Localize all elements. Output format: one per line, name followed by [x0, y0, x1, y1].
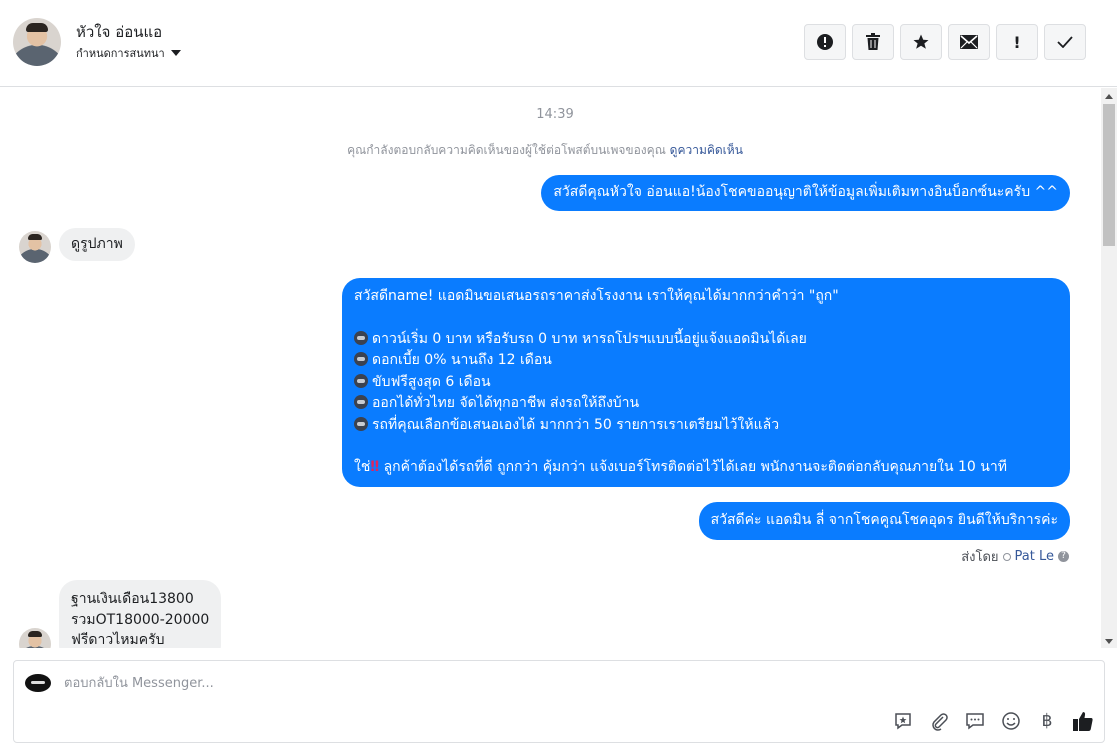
- check-icon: [1057, 36, 1073, 48]
- saved-reply-icon: [895, 713, 911, 730]
- outgoing-message: สวัสดีค่ะ แอดมิน ลี่ จากโชคคูณโชคอุดร ยิ…: [698, 502, 1070, 540]
- sent-by-info: ส่งโดย Pat Le ?: [961, 546, 1069, 567]
- page-logo-avatar: [25, 674, 51, 692]
- car-emoji-icon: [354, 373, 368, 388]
- view-photo-text: ดูรูปภาพ: [71, 236, 123, 252]
- sent-by-name[interactable]: Pat Le: [1015, 549, 1054, 564]
- trash-icon: [866, 33, 880, 50]
- status-dot-icon: [1002, 552, 1011, 561]
- message-timestamp: 14:39: [536, 107, 574, 122]
- promo-line: สวัสดีname! แอดมินขอเสนอรถราคาส่งโรงงาน …: [354, 288, 839, 304]
- car-emoji-icon: [354, 416, 368, 431]
- sent-by-label: ส่งโดย: [961, 550, 999, 565]
- baht-icon: ฿: [1041, 711, 1053, 731]
- spam-alert-button[interactable]: [804, 24, 846, 60]
- like-icon: [1073, 712, 1093, 731]
- car-emoji-icon: [354, 395, 368, 409]
- scroll-down-icon[interactable]: [1105, 639, 1113, 644]
- thread-scrollbar[interactable]: [1101, 88, 1117, 648]
- promo-closing-line: ใช่‼ ลูกค้าต้องได้รถที่ดี ถูกกว่า คุ้มกว…: [354, 459, 1007, 475]
- help-icon[interactable]: ?: [1058, 551, 1069, 562]
- like-button[interactable]: [1072, 710, 1094, 732]
- message-line: ฐานเงินเดือน13800: [71, 591, 194, 607]
- double-exclamation-icon: ‼: [370, 459, 380, 475]
- emoji-icon: [1002, 712, 1020, 730]
- chat-button[interactable]: [964, 710, 986, 732]
- incoming-message[interactable]: ฐานเงินเดือน13800 รวมOT18000-20000 ฟรีดา…: [59, 580, 222, 648]
- delete-button[interactable]: [852, 24, 894, 60]
- scroll-up-icon[interactable]: [1105, 94, 1113, 99]
- mark-unread-button[interactable]: [948, 24, 990, 60]
- attach-button[interactable]: [928, 710, 950, 732]
- assign-label: กำหนดการสนทนา: [76, 47, 165, 60]
- car-emoji-icon: [354, 352, 368, 366]
- message-text: สวัสดีค่ะ แอดมิน ลี่ จากโชคคูณโชคอุดร ยิ…: [710, 512, 1058, 528]
- payment-button[interactable]: ฿: [1036, 710, 1058, 732]
- outgoing-message: สวัสดีคุณหัวใจ อ่อนแอ!น้องโชคขออนุญาติให…: [541, 175, 1070, 211]
- sender-avatar[interactable]: [19, 628, 51, 648]
- promo-bullet: ขับฟรีสูงสุด 6 เดือน: [354, 372, 1058, 394]
- message-text: สวัสดีคุณหัวใจ อ่อนแอ!น้องโชคขออนุญาติให…: [553, 184, 1058, 200]
- incoming-message[interactable]: ดูรูปภาพ: [59, 228, 135, 261]
- promo-bullet: ดอกเบี้ย 0% นานถึง 12 เดือน: [354, 350, 1058, 372]
- reply-input[interactable]: [62, 675, 866, 692]
- comment-reply-notice: คุณกำลังตอบกลับความคิดเห็นของผู้ใช้ต่อโพ…: [0, 141, 1090, 160]
- reply-composer: ฿: [13, 660, 1105, 743]
- promo-bullet: ออกได้ทั่วไทย จัดได้ทุกอาชีพ ส่งรถให้ถึง…: [354, 393, 1058, 415]
- promo-bullet: รถที่คุณเลือกข้อเสนอเองได้ มากกว่า 50 รา…: [354, 415, 1058, 437]
- saved-reply-button[interactable]: [892, 710, 914, 732]
- promo-bullet: ดาวน์เริ่ม 0 บาท หรือรับรถ 0 บาท หารถโปร…: [354, 329, 1058, 351]
- contact-name[interactable]: หัวใจ อ่อนแอ: [76, 20, 162, 44]
- composer-tools: ฿: [892, 710, 1094, 732]
- done-button[interactable]: [1044, 24, 1086, 60]
- attach-icon: [932, 713, 948, 731]
- important-button[interactable]: !: [996, 24, 1038, 60]
- notice-text: คุณกำลังตอบกลับความคิดเห็นของผู้ใช้ต่อโพ…: [347, 143, 666, 157]
- outgoing-promo-message: สวัสดีname! แอดมินขอเสนอรถราคาส่งโรงงาน …: [342, 278, 1070, 487]
- chat-icon: [966, 713, 984, 730]
- exclamation-icon: !: [1013, 32, 1021, 52]
- message-line: รวมOT18000-20000: [71, 611, 210, 628]
- star-button[interactable]: [900, 24, 942, 60]
- alert-circle-icon: [817, 34, 833, 50]
- scrollbar-thumb[interactable]: [1103, 104, 1115, 246]
- assign-conversation-dropdown[interactable]: กำหนดการสนทนา: [76, 44, 181, 62]
- envelope-icon: [960, 35, 978, 49]
- star-icon: [913, 34, 929, 49]
- contact-avatar[interactable]: [13, 18, 61, 66]
- view-comment-link[interactable]: ดูความคิดเห็น: [670, 143, 743, 157]
- conversation-header: หัวใจ อ่อนแอ กำหนดการสนทนา !: [0, 0, 1117, 87]
- message-line: ฟรีดาวไหมครับ: [71, 632, 165, 648]
- car-emoji-icon: [354, 330, 368, 345]
- conversation-toolbar: !: [804, 24, 1086, 60]
- emoji-button[interactable]: [1000, 710, 1022, 732]
- sender-avatar[interactable]: [19, 231, 51, 263]
- message-thread[interactable]: 14:39 คุณกำลังตอบกลับความคิดเห็นของผู้ใช…: [0, 88, 1100, 648]
- caret-down-icon: [170, 50, 181, 56]
